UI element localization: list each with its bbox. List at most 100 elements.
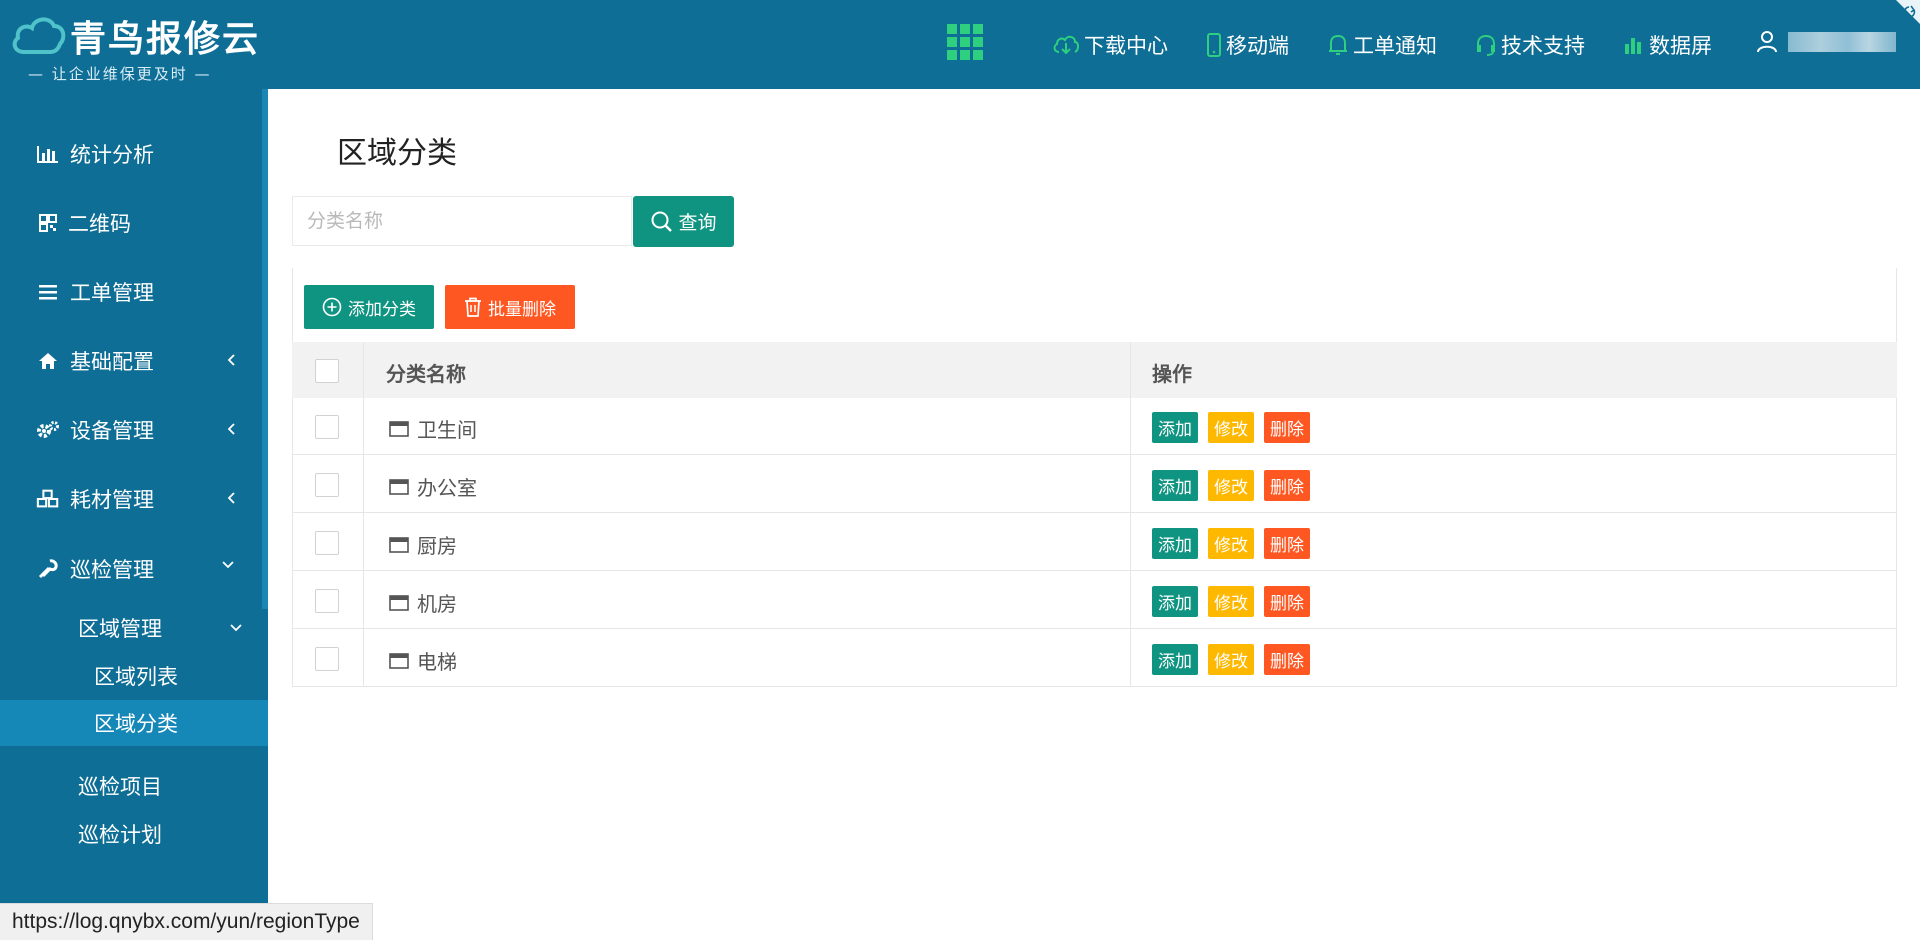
sidebar-item-equipment[interactable]: 设备管理 [0,405,262,455]
window-icon [389,536,409,553]
row-edit-button[interactable]: 修改 [1208,412,1254,443]
row-delete-button[interactable]: 删除 [1264,412,1310,443]
row-edit-button[interactable]: 修改 [1208,586,1254,617]
home-icon [36,352,60,370]
wrench-icon [36,559,60,579]
row-add-button[interactable]: 添加 [1152,586,1198,617]
nav-label: 移动端 [1226,33,1289,58]
sidebar-item-tickets[interactable]: 工单管理 [0,267,262,317]
table-row: 电梯 添加 修改 删除 [292,630,1897,687]
bulk-delete-button[interactable]: 批量删除 [445,285,575,329]
chevron-left-icon [227,492,235,504]
nav-label: 数据屏 [1649,33,1712,58]
column-header-name: 分类名称 [386,362,466,386]
chevron-down-icon [222,561,234,569]
sidebar-item-consumables[interactable]: 耗材管理 [0,474,262,524]
sidebar-item-label: 巡检项目 [78,775,162,799]
search-button-label: 查询 [678,212,717,234]
top-header: 青鸟报修云 — 让企业维保更及时 — 下载中心 移动端 工单通知 技术支持 数据… [0,0,1920,89]
sidebar: 统计分析 二维码 工单管理 基础配置 设备管理 耗材管理 巡检管理 区域管理 区… [0,89,268,940]
sidebar-item-label: 巡检计划 [78,823,162,847]
row-delete-button[interactable]: 删除 [1264,644,1310,675]
sidebar-item-label: 基础配置 [70,350,154,374]
row-actions: 添加 修改 删除 [1152,470,1320,501]
brand-logo[interactable]: 青鸟报修云 — 让企业维保更及时 — [10,8,265,83]
row-checkbox[interactable] [315,647,339,671]
window-icon [389,478,409,495]
add-category-label: 添加分类 [348,299,416,320]
headset-icon [1477,34,1495,56]
sidebar-item-area-management[interactable]: 区域管理 [0,603,262,653]
nav-tech-support[interactable]: 技术支持 [1475,30,1585,60]
user-menu[interactable] [1756,30,1896,54]
trash-icon [465,297,481,317]
brand-name: 青鸟报修云 [70,19,261,60]
sidebar-scrollbar[interactable] [262,89,268,609]
sidebar-item-qrcode[interactable]: 二维码 [0,198,262,248]
column-header-actions: 操作 [1152,362,1192,386]
row-checkbox[interactable] [315,531,339,555]
category-name-cell: 办公室 [389,472,477,501]
user-name-redacted [1788,32,1896,52]
sidebar-item-label: 区域列表 [94,665,178,689]
row-edit-button[interactable]: 修改 [1208,470,1254,501]
user-icon [1757,31,1777,53]
sidebar-item-label: 耗材管理 [70,488,154,512]
apps-grid-icon[interactable] [947,24,983,60]
top-nav: 下载中心 移动端 工单通知 技术支持 数据屏 [1052,0,1750,89]
status-bar-url: https://log.qnybx.com/yun/regionType [0,903,373,940]
category-name: 厨房 [417,534,457,558]
row-add-button[interactable]: 添加 [1152,470,1198,501]
window-icon [389,652,409,669]
category-search-input[interactable] [292,196,632,246]
bar-chart-icon [1625,37,1641,54]
brand-slogan: — 让企业维保更及时 — [28,65,212,83]
row-actions: 添加 修改 删除 [1152,586,1320,617]
nav-ticket-notice[interactable]: 工单通知 [1327,30,1437,60]
sidebar-item-statistics[interactable]: 统计分析 [0,129,262,179]
mobile-icon [1207,32,1221,57]
sidebar-item-area-list[interactable]: 区域列表 [0,653,268,699]
nav-data-screen[interactable]: 数据屏 [1623,30,1712,60]
table-row: 办公室 添加 修改 删除 [292,456,1897,513]
nav-download-center[interactable]: 下载中心 [1052,30,1168,60]
sidebar-item-inspection-plan[interactable]: 巡检计划 [0,811,268,857]
row-add-button[interactable]: 添加 [1152,412,1198,443]
category-name-cell: 机房 [389,588,457,617]
bar-chart-icon [36,145,60,163]
search-icon [651,211,673,232]
add-category-button[interactable]: 添加分类 [304,285,434,329]
row-add-button[interactable]: 添加 [1152,528,1198,559]
search-button[interactable]: 查询 [633,196,734,247]
category-name-cell: 电梯 [389,646,457,675]
row-add-button[interactable]: 添加 [1152,644,1198,675]
table-header: 分类名称 操作 [292,342,1897,398]
sidebar-item-inspection-items[interactable]: 巡检项目 [0,763,268,809]
row-checkbox[interactable] [315,473,339,497]
column-divider [1130,342,1131,686]
row-delete-button[interactable]: 删除 [1264,470,1310,501]
sidebar-item-area-category[interactable]: 区域分类 [0,700,268,746]
row-edit-button[interactable]: 修改 [1208,528,1254,559]
select-all-checkbox[interactable] [315,359,339,383]
corner-refresh-icon[interactable] [1890,0,1920,24]
row-delete-button[interactable]: 删除 [1264,528,1310,559]
category-name: 办公室 [417,476,477,500]
row-edit-button[interactable]: 修改 [1208,644,1254,675]
list-icon [36,284,60,300]
sidebar-item-label: 设备管理 [70,419,154,443]
row-checkbox[interactable] [315,415,339,439]
sidebar-item-base-config[interactable]: 基础配置 [0,336,262,386]
nav-label: 技术支持 [1501,33,1585,58]
category-name-cell: 卫生间 [389,414,477,443]
category-name-cell: 厨房 [389,530,457,559]
row-delete-button[interactable]: 删除 [1264,586,1310,617]
cubes-icon [36,489,60,509]
nav-mobile[interactable]: 移动端 [1206,30,1289,60]
sidebar-item-inspection[interactable]: 巡检管理 [0,544,262,594]
table-row: 卫生间 添加 修改 删除 [292,398,1897,455]
page-title: 区域分类 [337,136,457,171]
sidebar-item-label: 区域管理 [78,617,162,641]
row-actions: 添加 修改 删除 [1152,412,1320,443]
row-checkbox[interactable] [315,589,339,613]
